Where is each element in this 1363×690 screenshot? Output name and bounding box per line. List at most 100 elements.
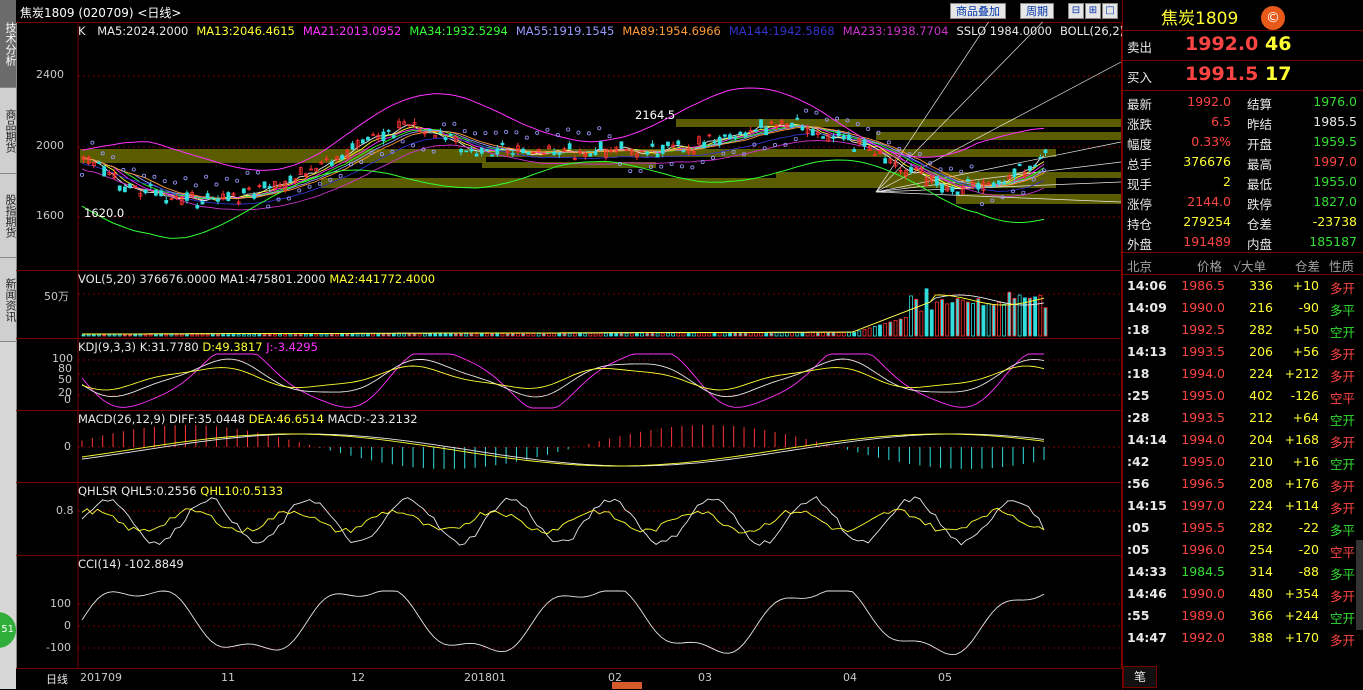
x-label: 12 [351,671,365,684]
tick-row[interactable]: 14:15 1997.0 224 +114 多开 [1123,496,1359,518]
sar-dot [204,174,209,179]
volume-bar [960,299,965,337]
candle-body [557,152,562,155]
quote-stat-row: 外盘 191489 内盘 185187 [1123,232,1359,252]
tick-row[interactable]: :28 1993.5 212 +64 空开 [1123,408,1359,430]
sar-dot [338,173,343,178]
ma-legend-item: MA5:2024.2000 [97,24,189,38]
tab-commodity-futures[interactable]: 商品期货 [0,88,17,174]
tick-oi-change: +16 [1292,454,1319,469]
sar-dot [504,129,509,134]
price-chart-svg [77,22,1121,270]
tab-trades[interactable]: 笔 [1123,666,1157,688]
volume-bar [164,334,169,337]
candle-body [521,148,526,154]
tick-time: :18 [1127,322,1150,337]
ticks-header-oi-change: 仓差 [1295,259,1321,274]
tick-volume: 224 [1249,366,1273,381]
tick-row[interactable]: :42 1995.0 210 +16 空开 [1123,452,1359,474]
sar-dot [483,131,488,136]
quote-panel: 焦炭1809 © 卖出 1992.0 46 买入 1991.5 17 最新 199… [1122,0,1363,689]
commodity-overlay-button[interactable]: 商品叠加 [950,3,1006,19]
volume-bar [190,334,195,337]
kdj-panel[interactable]: KDJ(9,3,3) K:31.7780 D:49.3817 J:-3.4295… [16,338,1121,411]
volume-bar [448,333,453,337]
volume-bar [945,303,950,337]
tick-row[interactable]: 14:33 1984.5 314 -88 多平 [1123,562,1359,584]
candle-body [790,122,794,128]
chart-area[interactable]: K MA5:2024.2000 MA13:2046.4615 MA21:2013.0… [16,22,1187,668]
macd-dea: DEA:46.6514 [248,412,324,426]
tick-scrollbar[interactable] [1356,540,1363,630]
tick-row[interactable]: :18 1992.5 282 +50 空开 [1123,320,1359,342]
tab-news[interactable]: 新闻资讯 [0,258,17,342]
tick-row[interactable]: 14:06 1986.5 336 +10 多开 [1123,276,1359,298]
high-annotation: 2164.5 [635,108,676,122]
volume-bar [583,332,588,337]
tick-volume: 254 [1249,542,1273,557]
cci-legend: CCI(14) -102.8849 [78,557,184,571]
tab-index-futures[interactable]: 股指期货 [0,174,17,258]
sar-dot [183,176,188,181]
tick-row[interactable]: 14:14 1994.0 204 +168 多开 [1123,430,1359,452]
sar-dot [214,182,219,187]
volume-bar [143,334,148,337]
tick-row[interactable]: :25 1995.0 402 -126 空平 [1123,386,1359,408]
sar-dot [80,172,85,177]
candle-body [1002,182,1007,184]
tick-time: :25 [1127,388,1150,403]
tick-nature: 多开 [1329,347,1355,362]
tick-row[interactable]: 14:46 1990.0 480 +354 多开 [1123,584,1359,606]
macd-line [81,433,1045,467]
maximize-icon[interactable]: □ [1102,3,1118,19]
sar-dot [576,130,581,135]
volume-bar [852,332,857,337]
price-panel[interactable]: K MA5:2024.2000 MA13:2046.4615 MA21:2013.0… [16,22,1187,271]
sar-dot [173,180,178,185]
volume-panel[interactable]: VOL(5,20) 376676.0000 MA1:475801.2000 MA… [16,270,1121,339]
y-tick-2000: 2000 [36,139,64,152]
volume-bar [179,334,184,337]
tick-row[interactable]: :55 1989.0 366 +244 空开 [1123,606,1359,628]
stat-label: 最新 [1127,97,1153,112]
sar-dot [514,130,519,135]
tick-nature: 空平 [1329,545,1355,560]
volume-bar [547,333,551,337]
tick-row[interactable]: :18 1994.0 224 +212 多开 [1123,364,1359,386]
period-button[interactable]: 周期 [1020,3,1054,19]
period-corner-label[interactable]: 日线 [46,671,68,687]
quote-stat-row: 幅度 0.33% 开盘 1959.5 [1123,132,1359,152]
tick-oi-change: -126 [1290,388,1319,403]
tick-row[interactable]: 14:13 1993.5 206 +56 多开 [1123,342,1359,364]
candle-body [226,192,231,201]
tab-technical-analysis[interactable]: 技术分析 [0,0,17,88]
tick-time: :56 [1127,476,1150,491]
zoom-out-icon[interactable]: ⊟ [1068,3,1084,19]
tick-row[interactable]: 14:09 1990.0 216 -90 多平 [1123,298,1359,320]
zoom-in-icon[interactable]: ⊞ [1085,3,1101,19]
tick-price: 1995.5 [1181,520,1225,535]
tick-row[interactable]: :56 1996.5 208 +176 多开 [1123,474,1359,496]
volume-bar [422,333,427,337]
volume-bar [950,302,955,337]
tick-price: 1995.0 [1181,454,1225,469]
candle-body [883,158,888,164]
candle-body [381,131,386,142]
candle-body [909,167,913,173]
volume-bar [1043,307,1048,337]
tick-price: 1989.0 [1181,608,1225,623]
tick-row[interactable]: 14:47 1992.0 388 +170 多开 [1123,628,1359,650]
cci-panel[interactable]: CCI(14) -102.8849 100 0 -100 [16,555,1121,668]
tick-volume: 388 [1249,630,1273,645]
qhlsr-panel[interactable]: QHLSR QHL5:0.2556 QHL10:0.5133 0.8 [16,482,1121,556]
volume-bar [738,332,743,337]
olive-band [80,157,486,163]
tick-row[interactable]: :05 1995.5 282 -22 多平 [1123,518,1359,540]
ticks-header-volume[interactable]: √大单 [1233,256,1266,275]
macd-panel[interactable]: MACD(26,12,9) DIFF:35.0448 DEA:46.6514 M… [16,410,1121,483]
volume-bar [702,332,707,337]
sar-dot [545,127,550,132]
candle-body [200,201,205,205]
volume-bar [671,332,676,337]
tick-row[interactable]: :05 1996.0 254 -20 空平 [1123,540,1359,562]
